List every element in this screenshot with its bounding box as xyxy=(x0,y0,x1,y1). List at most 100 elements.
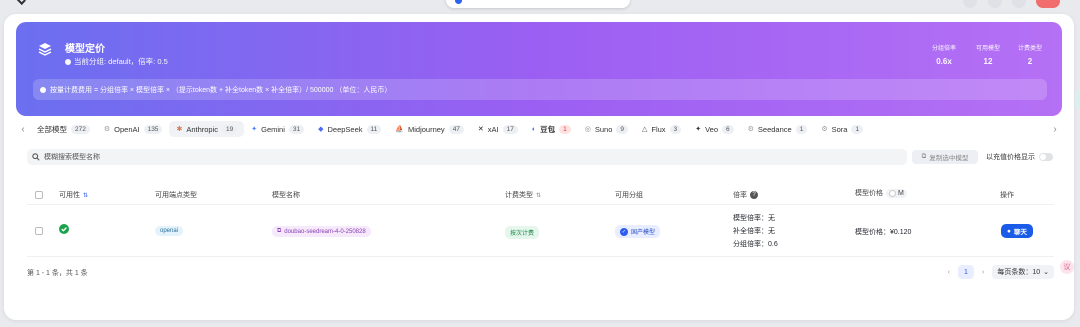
stat-label: 计费类型 xyxy=(1018,46,1043,52)
tab-sora[interactable]: ⚙ Sora 1 xyxy=(814,121,870,137)
top-search-box[interactable] xyxy=(446,0,630,8)
page-size-value: 每页条数：10 xyxy=(997,269,1041,276)
chevron-right-icon[interactable]: › xyxy=(1048,124,1062,135)
header-action: 操作 xyxy=(1000,190,1014,200)
tab-label: DeepSeek xyxy=(327,124,363,134)
info-icon xyxy=(40,86,46,93)
back-icon[interactable] xyxy=(16,0,26,5)
select-all-checkbox[interactable] xyxy=(35,191,43,199)
model-ratio: 模型倍率：无 xyxy=(733,215,775,222)
copy-icon: ⧉ xyxy=(277,228,282,234)
endpoint-badge: openai xyxy=(155,226,184,236)
billing-badge: 按次计费 xyxy=(505,226,540,239)
header-label: 模型价格 xyxy=(855,190,883,197)
group-info-text: 当前分组: default，倍率: 0.5 xyxy=(74,57,168,66)
tab-xai[interactable]: ✕ xAI 17 xyxy=(471,121,525,137)
feedback-badge[interactable]: 议 xyxy=(1060,260,1074,274)
tab-count: 3 xyxy=(669,124,682,134)
model-name-badge[interactable]: ⧉ doubao-seedream-4-0-250828 xyxy=(272,226,371,237)
stat-available-models: 可用模型 12 xyxy=(976,43,1000,66)
gemini-icon: ✦ xyxy=(251,126,258,133)
info-dot-icon xyxy=(65,58,71,65)
row-checkbox[interactable] xyxy=(35,227,43,235)
tab-anthropic[interactable]: ✱ Anthropic 19 xyxy=(169,121,245,137)
row-divider xyxy=(27,256,1054,257)
tab-suno[interactable]: ◎ Suno 9 xyxy=(578,121,635,137)
tab-label: xAI xyxy=(487,124,499,134)
layers-icon xyxy=(38,43,52,56)
header-label: 倍率 xyxy=(733,192,747,199)
model-name-text: doubao-seedream-4-0-250828 xyxy=(284,228,366,235)
tab-label: OpenAI xyxy=(114,124,140,134)
pagination: ‹ 1 › 每页条数：10 ⌄ xyxy=(948,265,1054,279)
next-page-icon[interactable]: › xyxy=(982,269,984,276)
header-ratio: 倍率 ? xyxy=(733,190,758,200)
midjourney-icon: ⛵ xyxy=(395,126,404,133)
ratio-cell: 模型倍率：无 补全倍率：无 分组倍率：0.6 xyxy=(733,213,778,249)
stat-group-ratio: 分组倍率 0.6x xyxy=(932,43,956,66)
tab-midjourney[interactable]: ⛵ Midjourney 47 xyxy=(388,121,471,137)
tab-count: 11 xyxy=(366,124,382,134)
side-drawer-handle[interactable] xyxy=(1075,90,1080,108)
header-billing[interactable]: 计费类型 ⇅ xyxy=(505,190,541,200)
tab-label: Seedance xyxy=(757,124,792,134)
page-number[interactable]: 1 xyxy=(957,265,974,279)
flux-icon: △ xyxy=(642,126,648,133)
tab-all[interactable]: 全部模型 272 xyxy=(30,121,97,137)
tab-deepseek[interactable]: ◆ DeepSeek 11 xyxy=(311,121,388,137)
copy-selected-button[interactable]: ⧉ 复制选中模型 xyxy=(912,150,978,164)
tab-veo[interactable]: ✦ Veo 6 xyxy=(688,121,740,137)
page-size-select[interactable]: 每页条数：10 ⌄ xyxy=(992,265,1054,279)
tab-openai[interactable]: ⚙ OpenAI 135 xyxy=(97,121,170,137)
header-divider xyxy=(27,204,1054,205)
theme-icon[interactable] xyxy=(963,0,977,8)
page-title: 模型定价 xyxy=(65,44,105,55)
pricing-hero: 模型定价 当前分组: default，倍率: 0.5 分组倍率 0.6x 可用模… xyxy=(16,22,1062,116)
tab-label: Suno xyxy=(594,124,613,134)
recharge-price-toggle[interactable] xyxy=(1039,153,1053,161)
search-row: 模糊搜索模型名称 ⧉ 复制选中模型 以充值价格显示 xyxy=(27,149,1054,165)
tab-doubao[interactable]: ◐ 豆包 1 xyxy=(525,121,578,137)
price-unit-toggle[interactable]: M xyxy=(886,188,907,198)
language-icon[interactable] xyxy=(988,0,1002,8)
chevron-left-icon[interactable]: ‹ xyxy=(16,124,30,135)
tab-flux[interactable]: △ Flux 3 xyxy=(635,121,688,137)
tab-count: 272 xyxy=(71,124,90,134)
header-label: 可用分组 xyxy=(615,192,643,199)
header-label: 模型名称 xyxy=(272,192,300,199)
tab-count: 17 xyxy=(502,124,518,134)
completion-ratio: 补全倍率：无 xyxy=(733,228,775,235)
model-search-input[interactable]: 模糊搜索模型名称 xyxy=(27,149,907,165)
doubao-icon: ◐ xyxy=(531,125,537,133)
tab-label: Midjourney xyxy=(408,124,445,134)
tab-label: Anthropic xyxy=(186,124,218,134)
header-availability[interactable]: 可用性 ⇅ xyxy=(59,190,88,200)
stat-billing-types: 计费类型 2 xyxy=(1018,43,1042,66)
group-info: 当前分组: default，倍率: 0.5 xyxy=(65,56,168,67)
stat-label: 可用模型 xyxy=(976,46,1001,52)
header-groups: 可用分组 xyxy=(615,190,643,200)
copy-button-label: 复制选中模型 xyxy=(929,155,969,162)
sora-icon: ⚙ xyxy=(821,126,828,133)
seedance-icon: ⚙ xyxy=(747,126,754,133)
user-avatar[interactable] xyxy=(1036,0,1060,8)
deepseek-icon: ◆ xyxy=(318,126,324,133)
tab-seedance[interactable]: ⚙ Seedance 1 xyxy=(741,121,815,137)
search-icon xyxy=(32,153,40,161)
chevron-down-icon: ⌄ xyxy=(1043,269,1049,276)
toggle-knob xyxy=(889,189,896,197)
tab-label: Sora xyxy=(831,124,848,134)
group-text: 国产模型 xyxy=(631,230,656,236)
tab-count: 9 xyxy=(616,124,628,134)
tab-gemini[interactable]: ✦ Gemini 31 xyxy=(244,121,311,137)
vendor-tabs: ‹ 全部模型 272 ⚙ OpenAI 135 ✱ Anthropic 19 ✦… xyxy=(16,121,1062,137)
header-model-name: 模型名称 xyxy=(272,190,300,200)
chat-button[interactable]: ● 聊天 xyxy=(1001,224,1033,238)
prev-page-icon[interactable]: ‹ xyxy=(948,269,950,276)
veo-icon: ✦ xyxy=(695,126,702,133)
help-icon[interactable]: ? xyxy=(750,191,758,199)
stat-value: 2 xyxy=(1027,57,1033,66)
header-endpoint: 可用端点类型 xyxy=(155,190,197,200)
notification-icon[interactable] xyxy=(1012,0,1026,8)
recharge-price-label: 以充值价格显示 xyxy=(986,154,1035,161)
